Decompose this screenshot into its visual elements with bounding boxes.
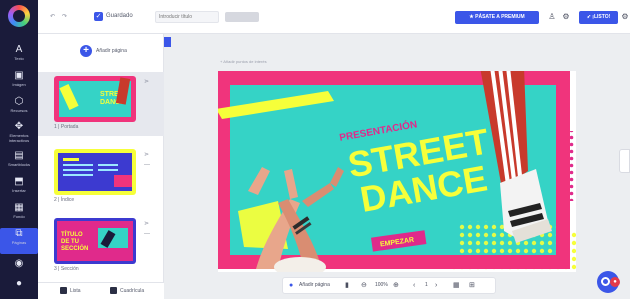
add-page-link[interactable]: Añadir página — [299, 282, 330, 288]
rail-item-settings[interactable]: ◉ — [0, 258, 38, 272]
rail-item-resources[interactable]: ⬡ Recursos — [0, 96, 38, 122]
grid-icon — [110, 287, 117, 294]
grid-view-tab[interactable]: Cuadrícula — [110, 287, 144, 294]
gear-icon[interactable]: ⚙ — [560, 11, 572, 23]
thumbnail-section: TÍTULO DE TU SECCIÓN — [54, 218, 136, 264]
premium-button[interactable]: ★ PÁSATE A PREMIUM — [455, 11, 539, 24]
thumbnail-cover: STREET DANCE — [54, 76, 136, 122]
rail-item-interactive[interactable]: ✥ Elementos interactivos — [0, 121, 38, 149]
zoom-level: 100% — [375, 282, 388, 288]
redo-icon[interactable]: ↷ — [62, 13, 67, 20]
pages-panel: + Añadir página STREET DANCE ⋗ 1 | Porta… — [38, 34, 164, 299]
svg-text:TÍTULO: TÍTULO — [61, 230, 83, 238]
background-icon: ▦ — [14, 202, 24, 213]
svg-text:DE TU: DE TU — [61, 239, 79, 245]
interactive-icon: ✥ — [14, 121, 24, 132]
fit-screen-icon[interactable]: ⊞ — [469, 281, 475, 291]
title-input[interactable] — [155, 11, 219, 23]
next-page-icon[interactable]: › — [435, 281, 437, 291]
ready-button[interactable]: ➶ ¡LISTO! — [579, 11, 618, 24]
app-window: A Texto ▣ Imágen ⬡ Recursos ✥ Elementos … — [0, 0, 630, 299]
list-view-tab[interactable]: Lista — [60, 287, 81, 294]
page-thumbnail[interactable]: ⋗ — 2 | Índice — [38, 145, 164, 209]
users-icon[interactable]: ♙ — [546, 11, 558, 23]
page-thumbnail[interactable]: TÍTULO DE TU SECCIÓN ⋗ — 3 | Sección — [38, 214, 164, 278]
help-icon: ● — [15, 278, 23, 289]
slide-artwork: PRESENTACIÓN STREET DANCE EMPEZAR — [216, 67, 576, 277]
side-panel-handle[interactable] — [619, 149, 630, 173]
genially-logo-icon[interactable] — [8, 5, 30, 27]
page-number: 1 — [425, 282, 428, 288]
rail-item-help[interactable]: ● — [0, 278, 38, 292]
panel-view-tabs: Lista Cuadrícula — [38, 282, 164, 299]
thumbnail-options-icon[interactable]: ⋗ — — [144, 150, 150, 170]
add-page-icon[interactable]: ● — [289, 281, 293, 291]
insert-icon: ⬒ — [14, 176, 24, 187]
canvas-area: + Añadir puntos de interés PRESENTACIÓN … — [164, 34, 630, 299]
image-icon: ▣ — [14, 70, 24, 81]
smartblocks-icon: ▤ — [14, 150, 24, 161]
top-bar: ↶ ↷ ✓ Guardado ★ PÁSATE A PREMIUM ♙ ⚙ ➶ … — [38, 0, 630, 34]
canvas-flag-icon — [164, 37, 171, 47]
saved-check-icon: ✓ — [94, 12, 103, 21]
notification-badge: ● — [610, 277, 620, 287]
settings-icon: ◉ — [14, 258, 24, 269]
pages-icon: ⧉ — [15, 228, 23, 239]
list-icon — [60, 287, 67, 294]
left-rail: A Texto ▣ Imágen ⬡ Recursos ✥ Elementos … — [0, 0, 38, 299]
settings-icon[interactable]: ⚙ — [619, 11, 630, 23]
svg-text:SECCIÓN: SECCIÓN — [61, 244, 88, 252]
page-thumbnail[interactable]: STREET DANCE ⋗ 1 | Portada — [38, 72, 164, 136]
preview-icon[interactable]: ▮ — [345, 281, 349, 291]
thumbnail-options-icon[interactable]: ⋗ — [144, 77, 149, 87]
rail-item-pages[interactable]: ⧉ Páginas — [0, 228, 38, 254]
rail-item-text[interactable]: A Texto — [0, 44, 38, 70]
save-status: Guardado — [106, 13, 133, 19]
bottom-toolbar: ● Añadir página ▮ ⊖ 100% ⊕ ‹ 1 › ▦ ⊞ — [282, 277, 496, 294]
slide-canvas[interactable]: PRESENTACIÓN STREET DANCE EMPEZAR — [216, 67, 576, 277]
chat-icon — [601, 277, 610, 286]
grid-view-icon[interactable]: ▦ — [453, 281, 460, 291]
thumbnail-options-icon[interactable]: ⋗ — — [144, 219, 150, 239]
resources-icon: ⬡ — [14, 96, 24, 107]
zoom-out-icon[interactable]: ⊖ — [361, 281, 367, 291]
thumbnail-index — [54, 149, 136, 195]
text-icon: A — [15, 44, 23, 55]
rail-item-background[interactable]: ▦ Fondo — [0, 202, 38, 228]
status-pill — [225, 12, 259, 22]
rail-item-insert[interactable]: ⬒ Insertar — [0, 176, 38, 202]
zoom-in-icon[interactable]: ⊕ — [393, 281, 399, 291]
chat-help-button[interactable]: ● — [597, 271, 620, 293]
plus-icon: + — [80, 45, 92, 57]
rail-item-smartblocks[interactable]: ▤ Smartblocks — [0, 150, 38, 176]
prev-page-icon[interactable]: ‹ — [413, 281, 415, 291]
rail-item-image[interactable]: ▣ Imágen — [0, 70, 38, 96]
undo-icon[interactable]: ↶ — [50, 13, 55, 20]
interest-points-link[interactable]: + Añadir puntos de interés — [220, 59, 267, 64]
